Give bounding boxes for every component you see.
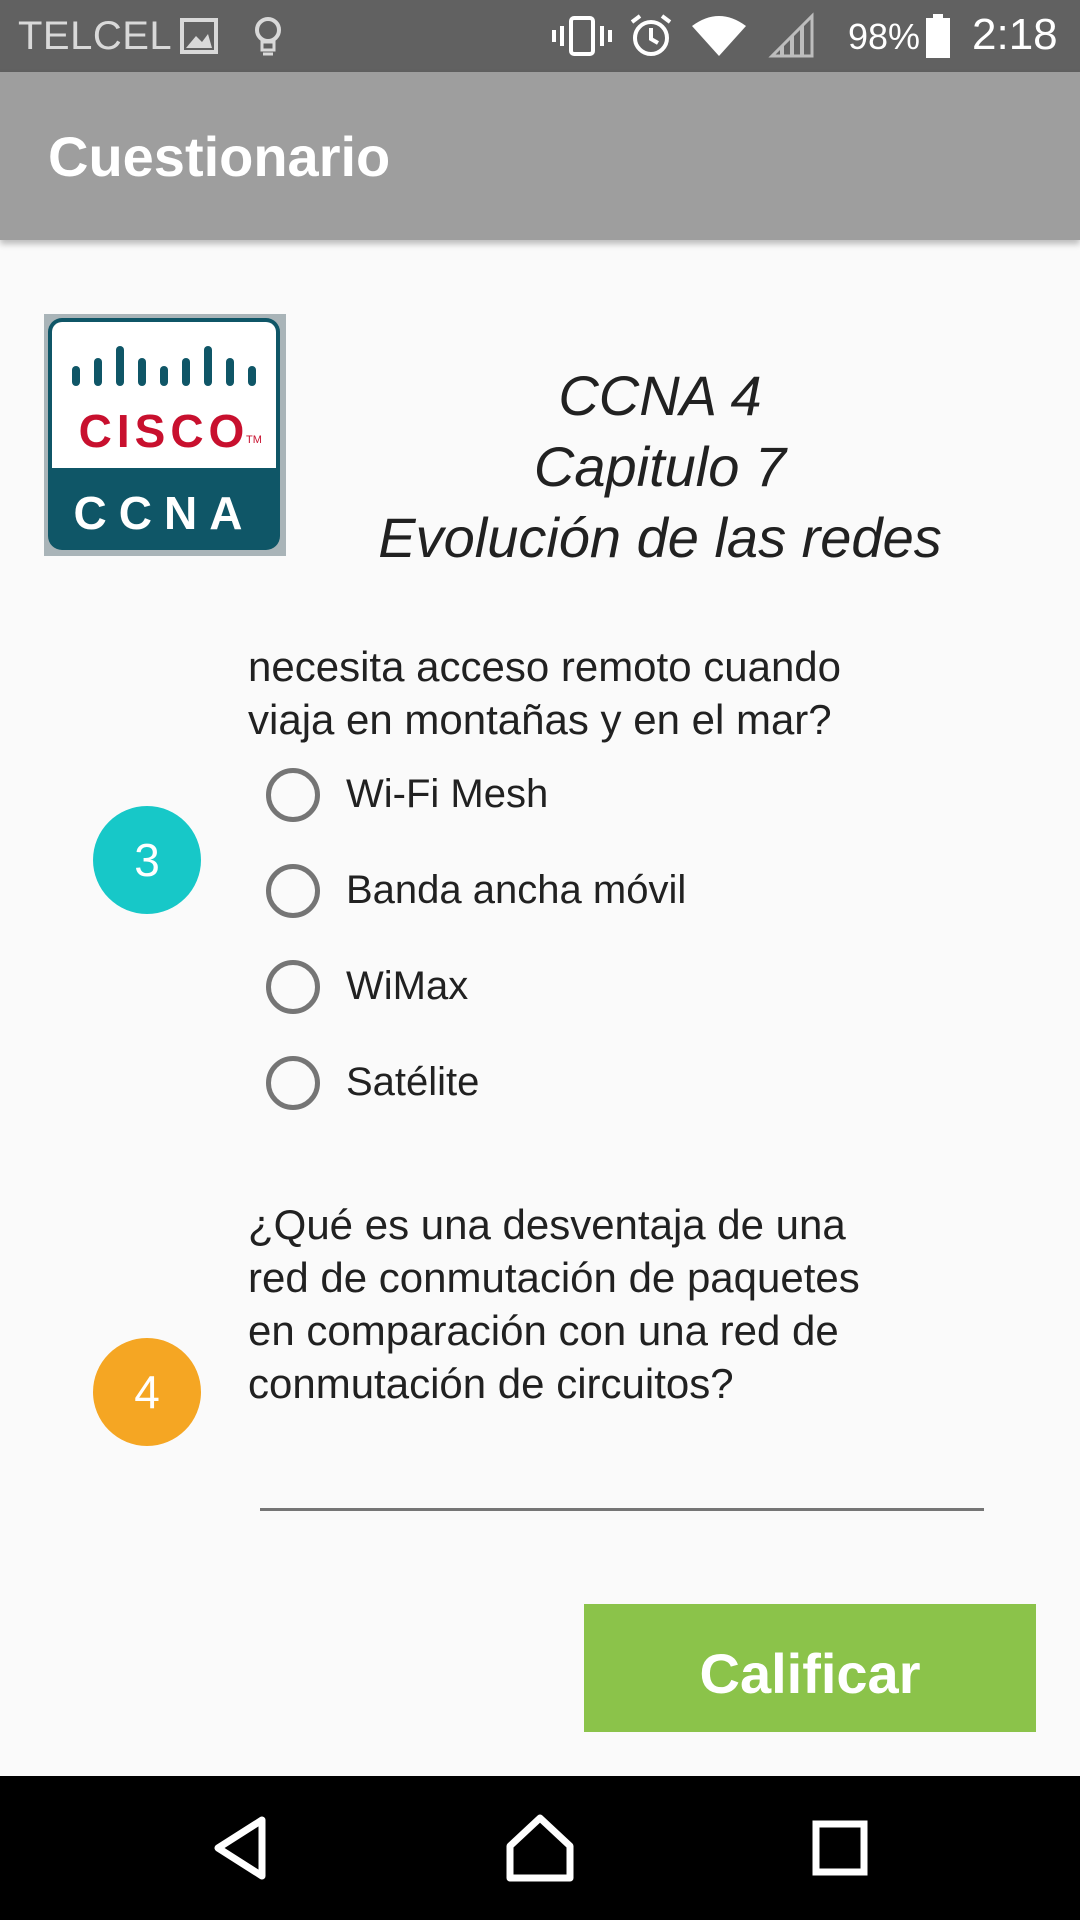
alarm-icon <box>630 14 672 56</box>
battery-icon <box>926 14 950 58</box>
cisco-bars-icon <box>72 346 256 386</box>
carrier-label: TELCEL <box>18 14 173 58</box>
option-satelite[interactable]: Satélite <box>266 1056 966 1120</box>
battery-percent: 98% <box>848 16 921 57</box>
question-4-text: ¿Qué es una desventaja de una red de con… <box>248 1198 968 1410</box>
option-label: WiMax <box>346 964 469 1008</box>
option-label: Banda ancha móvil <box>346 868 687 912</box>
question-4-answer-input[interactable] <box>260 1460 984 1511</box>
cisco-ccna-logo: CISCO TM CCNA <box>44 314 286 556</box>
app-title: Cuestionario <box>48 125 391 188</box>
option-wifi-mesh[interactable]: Wi-Fi Mesh <box>266 768 966 832</box>
home-icon[interactable] <box>498 1806 582 1890</box>
question-4-line: red de conmutación de paquetes <box>248 1254 860 1301</box>
option-label: Wi-Fi Mesh <box>346 772 549 816</box>
question-3-line: viaja en montañas y en el mar? <box>248 696 832 743</box>
option-label: Satélite <box>346 1060 480 1104</box>
course-name: CCNA 4 <box>558 364 762 427</box>
lightbulb-icon <box>255 17 281 56</box>
vibrate-icon <box>552 16 612 56</box>
question-4-line: en comparación con una red de <box>248 1307 839 1354</box>
logo-product: CCNA <box>73 487 255 539</box>
recents-icon[interactable] <box>798 1806 882 1890</box>
radio-button[interactable] <box>266 1056 320 1110</box>
option-wimax[interactable]: WiMax <box>266 960 966 1024</box>
app-bar: Cuestionario <box>0 72 1080 240</box>
question-4-badge: 4 <box>93 1338 201 1446</box>
navigation-bar <box>0 1776 1080 1920</box>
question-3-badge: 3 <box>93 806 201 914</box>
wifi-icon <box>692 16 746 56</box>
grade-button[interactable]: Calificar <box>584 1604 1036 1732</box>
chapter-title: Evolución de las redes <box>378 506 942 569</box>
option-banda-ancha-movil[interactable]: Banda ancha móvil <box>266 864 966 928</box>
status-bar: TELCEL 98% 2:18 <box>0 0 1080 72</box>
question-3-text: necesita acceso remoto cuando viaja en m… <box>248 640 968 746</box>
radio-button[interactable] <box>266 864 320 918</box>
logo-trademark: TM <box>246 434 262 446</box>
logo-wordmark: CISCO <box>78 405 250 457</box>
back-icon[interactable] <box>200 1806 284 1890</box>
question-3-line: necesita acceso remoto cuando <box>248 643 842 690</box>
radio-button[interactable] <box>266 960 320 1014</box>
question-4-line: ¿Qué es una desventaja de una <box>248 1201 846 1248</box>
image-icon <box>180 18 218 54</box>
chapter-number: Capitulo 7 <box>533 435 787 498</box>
clock: 2:18 <box>972 10 1058 59</box>
logo-badge: CISCO TM CCNA <box>48 318 280 550</box>
radio-button[interactable] <box>266 768 320 822</box>
question-4-line: conmutación de circuitos? <box>248 1360 734 1407</box>
screen: TELCEL 98% 2:18 Cuestionario CISCO TM CC… <box>0 0 1080 1920</box>
signal-icon <box>768 12 814 58</box>
course-heading: CCNA 4 Capitulo 7 Evolución de las redes <box>330 360 990 573</box>
